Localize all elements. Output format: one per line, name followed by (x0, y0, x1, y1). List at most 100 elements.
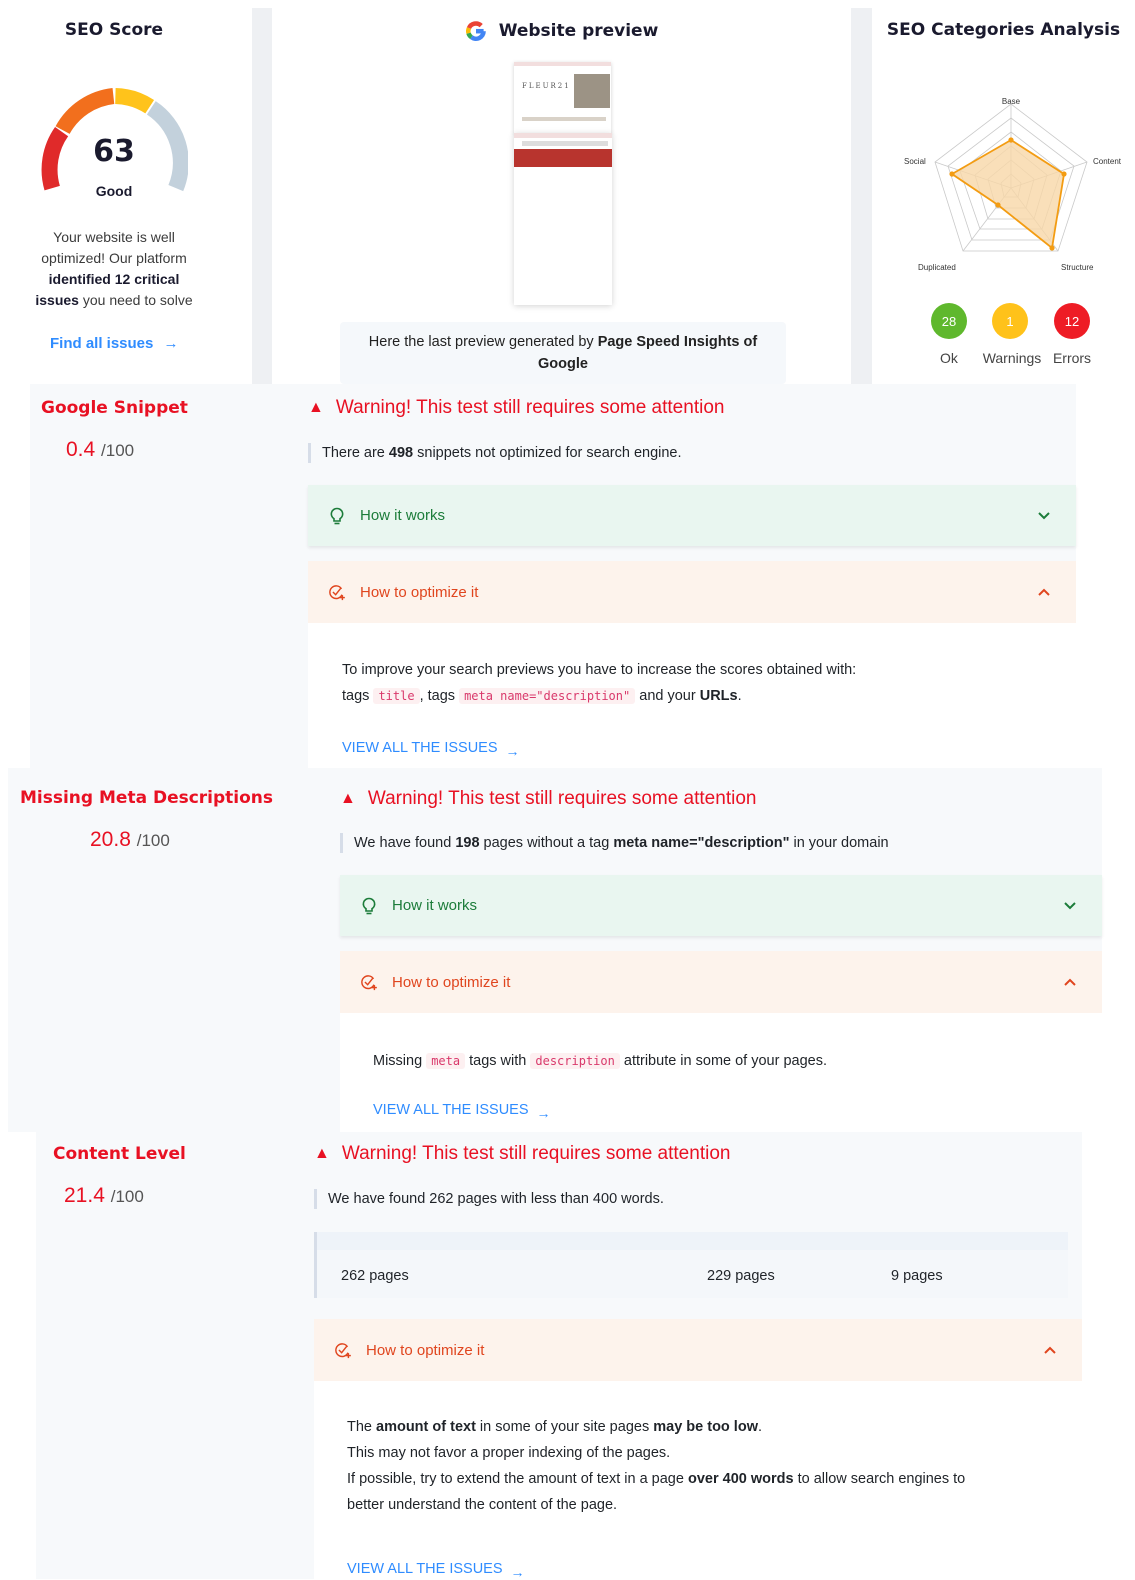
lightbulb-icon (328, 507, 346, 525)
score-value: 21.4 (64, 1184, 105, 1207)
desc-tail: you need to solve (78, 292, 193, 308)
chevron-up-icon (1064, 978, 1076, 986)
summary-text: We have found 262 pages with less than 4… (314, 1189, 664, 1209)
mobile-preview-banner (514, 149, 612, 167)
find-all-issues-link[interactable]: Find all issues → (50, 335, 179, 352)
warning-text: Warning! This test still requires some a… (341, 1143, 731, 1164)
section-title: Missing Meta Descriptions (20, 788, 274, 808)
text-part: If possible, try to extend the amount of… (347, 1471, 688, 1487)
summary-post: in your domain (789, 835, 889, 851)
gray-gutter-left (252, 8, 272, 384)
text-part: tags with (465, 1053, 531, 1069)
score-max: /100 (136, 831, 170, 850)
seo-score-description: Your website is well optimized! Our plat… (14, 227, 214, 311)
radar-axis-base: Base (1002, 97, 1021, 106)
code-tag-meta: meta (426, 1053, 466, 1069)
ok-label: Ok (940, 350, 958, 366)
content-level-section: Content Level 21.4 /100 ▲ Warning! This … (36, 1132, 1082, 1580)
summary-number: 498 (388, 445, 414, 461)
chevron-up-icon (1044, 1346, 1056, 1354)
section-content: ▲ Warning! This test still requires some… (340, 768, 1102, 1132)
summary-post: snippets not optimized for search engine… (413, 445, 682, 461)
gray-gutter-right (851, 8, 872, 384)
warnings-count-badge[interactable]: 1 (992, 303, 1028, 339)
ok-count-badge[interactable]: 28 (931, 303, 967, 339)
errors-count-badge[interactable]: 12 (1054, 303, 1090, 339)
how-to-optimize-accordion[interactable]: How to optimize it (340, 951, 1102, 1013)
score-value: 20.8 (90, 828, 131, 851)
warning-text: Warning! This test still requires some a… (367, 788, 757, 809)
seo-score-value: 63 (93, 134, 135, 169)
optimize-text: The amount of text in some of your site … (347, 1414, 965, 1518)
text-part: to allow search engines to (793, 1471, 966, 1487)
warning-row: ▲ Warning! This test still requires some… (314, 1143, 730, 1165)
desc-line-1: Your website is well (53, 229, 175, 245)
warning-triangle-icon: ▲ (308, 399, 324, 416)
how-it-works-label: How it works (392, 897, 478, 914)
view-all-label: VIEW ALL THE ISSUES (373, 1102, 529, 1118)
text-bold: may be too low (653, 1419, 758, 1435)
warning-triangle-icon: ▲ (314, 1145, 330, 1162)
caption-bold-2: Google (538, 356, 588, 372)
missing-meta-descriptions-section: Missing Meta Descriptions 20.8 /100 ▲ Wa… (8, 768, 1102, 1132)
text-part: Missing (373, 1053, 427, 1069)
desc-bold-2: issues (35, 292, 79, 308)
text-part: and your (635, 688, 700, 704)
radar-axis-content: Content (1093, 157, 1122, 166)
section-content: ▲ Warning! This test still requires some… (308, 384, 1076, 768)
optimize-line-1: To improve your search previews you have… (342, 662, 857, 678)
preview-hero-image (574, 74, 610, 108)
optimize-body: The amount of text in some of your site … (314, 1381, 1082, 1580)
optimize-line-2: tags title, tags meta name="description"… (342, 683, 856, 709)
optimize-body: To improve your search previews you have… (308, 623, 1076, 768)
desktop-preview-mock: FLEUR21 (514, 62, 611, 134)
how-to-optimize-label: How to optimize it (392, 973, 511, 991)
view-all-issues-link[interactable]: VIEW ALL THE ISSUES → (342, 739, 520, 759)
how-to-optimize-accordion[interactable]: How to optimize it (314, 1319, 1082, 1381)
warnings-label: Warnings (982, 350, 1042, 366)
arrow-right-icon: → (510, 1564, 525, 1580)
check-plus-icon (334, 1340, 352, 1360)
radar-data-area (950, 138, 1065, 250)
text-part: in some of your site pages (475, 1419, 654, 1435)
lightbulb-icon (360, 897, 378, 915)
text-part: attribute in some of your pages. (619, 1053, 828, 1069)
summary-bold: meta name="description" (613, 835, 790, 851)
how-to-optimize-label: How to optimize it (360, 583, 479, 601)
gauge-orange-segment (55, 88, 115, 135)
preview-caption-box: Here the last preview generated by Page … (340, 322, 786, 384)
arrow-right-icon: → (536, 1105, 551, 1121)
website-preview-title: Website preview (498, 21, 659, 41)
how-to-optimize-accordion[interactable]: How to optimize it (308, 561, 1076, 623)
how-it-works-accordion[interactable]: How it works (340, 875, 1102, 936)
gauge-yellow-segment (114, 88, 155, 114)
optimize-line-3: If possible, try to extend the amount of… (347, 1466, 965, 1492)
chevron-up-icon (1038, 588, 1050, 596)
optimize-line-4: better understand the content of the pag… (347, 1497, 618, 1513)
section-score: 21.4 /100 (64, 1184, 144, 1208)
radar-axis-structure: Structure (1061, 263, 1094, 272)
radar-axis-social: Social (904, 157, 926, 166)
check-plus-icon (328, 582, 346, 602)
website-preview-panel: Website preview FLEUR21 Here the last pr… (272, 0, 851, 384)
stat-229-pages: 229 pages (707, 1268, 775, 1284)
section-score: 0.4 /100 (66, 438, 134, 462)
section-score: 20.8 /100 (90, 828, 170, 852)
summary-pre: We have found (354, 835, 456, 851)
warning-triangle-icon: ▲ (340, 790, 356, 807)
view-all-issues-link[interactable]: VIEW ALL THE ISSUES → (347, 1560, 525, 1580)
caption-bold-1: Page Speed Insights of (597, 334, 758, 350)
radar-chart: Base Content Structure Duplicated Social (904, 97, 1122, 272)
optimize-line-2: This may not favor a proper indexing of … (347, 1445, 671, 1461)
text-part: The (347, 1419, 377, 1435)
view-all-issues-link[interactable]: VIEW ALL THE ISSUES → (373, 1101, 551, 1121)
how-it-works-accordion[interactable]: How it works (308, 485, 1076, 546)
score-max: /100 (101, 441, 135, 460)
preview-brand-text: FLEUR21 (522, 82, 571, 90)
optimize-line-1: The amount of text in some of your site … (347, 1414, 965, 1440)
find-all-issues-label: Find all issues (50, 335, 154, 352)
text-part: , tags (419, 688, 460, 704)
errors-label: Errors (1052, 350, 1092, 366)
stat-9-pages: 9 pages (891, 1268, 943, 1284)
view-all-label: VIEW ALL THE ISSUES (347, 1561, 503, 1577)
